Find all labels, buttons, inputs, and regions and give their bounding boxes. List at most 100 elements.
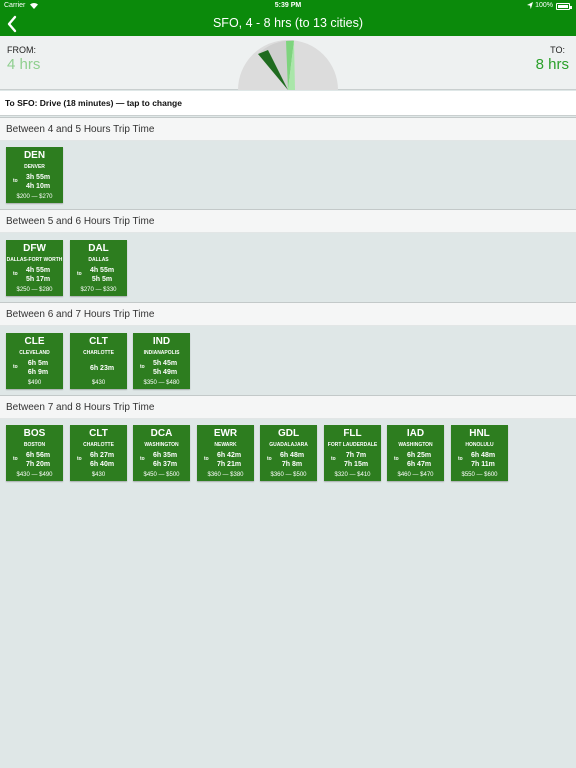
- price-range: $250 — $280: [16, 287, 53, 293]
- destination-tile-cle[interactable]: CLE CLEVELAND to 6h 5m 6h 9m $490: [6, 333, 63, 389]
- trip-times: 6h 27m 6h 40m: [82, 451, 122, 469]
- price-range: $490: [27, 380, 42, 386]
- trip-time: 6h 23m: [89, 365, 115, 372]
- destination-tile-dca[interactable]: DCA WASHINGTON to 6h 35m 6h 37m $450 — $500: [133, 425, 190, 481]
- city-name: DALLAS-FORT WORTH: [6, 257, 63, 263]
- trip-time: 6h 56m: [25, 452, 51, 459]
- destination-tile-dfw[interactable]: DFW DALLAS-FORT WORTH to 4h 55m 5h 17m $250 —…: [6, 240, 63, 296]
- destination-tile-dal[interactable]: DAL DALLAS to 4h 55m 5h 5m $270 — $330: [70, 240, 127, 296]
- trip-time: 6h 48m: [279, 452, 305, 459]
- trip-time: 5h 49m: [152, 369, 178, 376]
- location-arrow-icon: [527, 2, 533, 9]
- destination-tile-hnl[interactable]: HNL HONOLULU to 6h 48m 7h 11m $550 — $600: [451, 425, 508, 481]
- trip-time: 6h 40m: [89, 461, 115, 468]
- trip-time: 5h 5m: [91, 276, 113, 283]
- airport-code: HNL: [469, 428, 490, 439]
- destination-tile-ind[interactable]: IND INDIANAPOLIS to 5h 45m 5h 49m $350 — $480: [133, 333, 190, 389]
- price-range: $430 — $490: [16, 472, 53, 478]
- price-range: $430: [91, 380, 106, 386]
- price-range: $550 — $600: [461, 472, 498, 478]
- airport-code: BOS: [23, 428, 46, 439]
- airport-code: CLT: [89, 428, 108, 439]
- city-name: NEWARK: [214, 442, 237, 448]
- city-name: INDIANAPOLIS: [143, 350, 180, 356]
- drive-option[interactable]: To SFO: Drive (18 minutes) — tap to chan…: [0, 91, 576, 116]
- trip-times: 7h 7m 7h 15m: [336, 451, 376, 469]
- destination-tile-fll[interactable]: FLL FORT LAUDERDALE to 7h 7m 7h 15m $320 — $4…: [324, 425, 381, 481]
- trip-times: 6h 48m 7h 11m: [463, 451, 503, 469]
- trip-times: 6h 48m 7h 8m: [272, 451, 312, 469]
- trip-time: 6h 37m: [152, 461, 178, 468]
- city-name: CHARLOTTE: [83, 442, 114, 448]
- trip-time: 7h 21m: [216, 461, 242, 468]
- airport-code: DAL: [88, 243, 109, 254]
- price-range: $450 — $500: [143, 472, 180, 478]
- trip-times: 6h 25m 6h 47m: [399, 451, 439, 469]
- trip-time: 4h 55m: [89, 267, 115, 274]
- destination-tile-iad[interactable]: IAD WASHINGTON to 6h 25m 6h 47m $460 — $470: [387, 425, 444, 481]
- section-title: Between 6 and 7 Hours Trip Time: [6, 309, 155, 320]
- destination-tile-gdl[interactable]: GDL GUADALAJARA to 6h 48m 7h 8m $360 — $500: [260, 425, 317, 481]
- destination-tile-den[interactable]: DEN DENVER to 3h 55m 4h 10m $200 — $270: [6, 147, 63, 203]
- section-title: Between 4 and 5 Hours Trip Time: [6, 124, 155, 135]
- city-name: CLEVELAND: [19, 350, 50, 356]
- drive-option-label: To SFO: Drive (18 minutes) — tap to chan…: [5, 98, 182, 108]
- trip-time: 7h 7m: [345, 452, 367, 459]
- trip-time: 6h 27m: [89, 452, 115, 459]
- from-value: 4 hrs: [7, 56, 41, 73]
- range-header: FROM: 4 hrs TO: 8 hrs: [0, 36, 576, 90]
- trip-time: 4h 55m: [25, 267, 51, 274]
- trip-times: 6h 23m: [82, 364, 122, 373]
- trip-times: 6h 35m 6h 37m: [145, 451, 185, 469]
- price-range: $200 — $270: [16, 194, 53, 200]
- section-header: Between 6 and 7 Hours Trip Time: [0, 302, 576, 326]
- trip-time: 3h 55m: [25, 174, 51, 181]
- trip-time: 6h 35m: [152, 452, 178, 459]
- page-title: SFO, 4 - 8 hrs (to 13 cities): [212, 16, 364, 30]
- destination-tile-clt[interactable]: CLT CHARLOTTE to 6h 27m 6h 40m $430: [70, 425, 127, 481]
- battery-percent: 100%: [535, 2, 553, 9]
- city-name: BOSTON: [23, 442, 46, 448]
- trip-time: 5h 17m: [25, 276, 51, 283]
- airport-code: DCA: [150, 428, 173, 439]
- nav-bar: SFO, 4 - 8 hrs (to 13 cities): [0, 13, 576, 36]
- airport-code: IND: [152, 336, 171, 347]
- destination-tile-ewr[interactable]: EWR NEWARK to 6h 42m 7h 21m $360 — $380: [197, 425, 254, 481]
- trip-time: 6h 42m: [216, 452, 242, 459]
- trip-times: 3h 55m 4h 10m: [18, 173, 58, 191]
- city-name: HONOLULU: [465, 442, 494, 448]
- city-name: CHARLOTTE: [83, 350, 114, 356]
- city-name: DALLAS: [88, 257, 109, 263]
- price-range: $360 — $380: [207, 472, 244, 478]
- airport-code: CLE: [24, 336, 45, 347]
- trip-time: 7h 20m: [25, 461, 51, 468]
- price-range: $270 — $330: [80, 287, 117, 293]
- airport-code: CLT: [89, 336, 108, 347]
- section-title: Between 5 and 6 Hours Trip Time: [6, 216, 155, 227]
- city-name: DENVER: [24, 164, 45, 170]
- trip-time: 6h 47m: [406, 461, 432, 468]
- trip-times: 4h 55m 5h 5m: [82, 266, 122, 284]
- range-dial[interactable]: [238, 40, 338, 90]
- trip-times: 6h 42m 7h 21m: [209, 451, 249, 469]
- price-range: $320 — $410: [334, 472, 371, 478]
- trip-time: 6h 5m: [27, 360, 49, 367]
- from-label: FROM:: [7, 45, 36, 55]
- airport-code: DFW: [23, 243, 46, 254]
- trip-time: 6h 9m: [27, 369, 49, 376]
- airport-code: DEN: [23, 150, 46, 161]
- section-header: Between 4 and 5 Hours Trip Time: [0, 117, 576, 141]
- section-title: Between 7 and 8 Hours Trip Time: [6, 402, 155, 413]
- destination-tile-bos[interactable]: BOS BOSTON to 6h 56m 7h 20m $430 — $490: [6, 425, 63, 481]
- airport-code: GDL: [277, 428, 300, 439]
- trip-time: 5h 45m: [152, 360, 178, 367]
- destination-tile-clt[interactable]: CLT CHARLOTTE 6h 23m $430: [70, 333, 127, 389]
- trip-times: 4h 55m 5h 17m: [18, 266, 58, 284]
- battery-icon: [556, 3, 572, 10]
- city-name: FORT LAUDERDALE: [327, 442, 378, 448]
- trip-time: 6h 25m: [406, 452, 432, 459]
- section-header: Between 7 and 8 Hours Trip Time: [0, 395, 576, 419]
- airport-code: EWR: [213, 428, 238, 439]
- trip-time: 7h 15m: [343, 461, 369, 468]
- trip-time: 7h 11m: [471, 461, 495, 468]
